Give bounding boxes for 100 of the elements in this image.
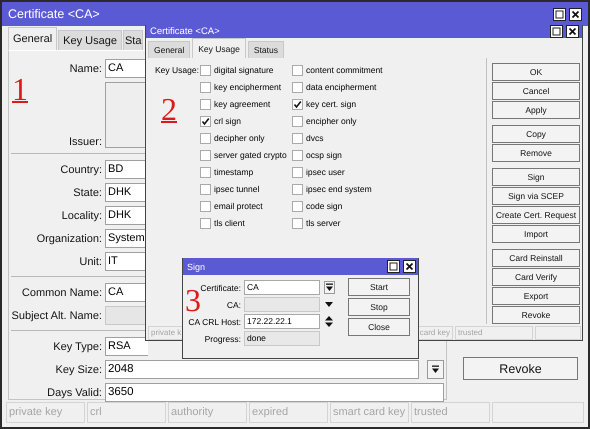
field-label: Organization: bbox=[36, 232, 102, 244]
status-cell bbox=[535, 326, 581, 340]
field-label: Name: bbox=[68, 62, 102, 74]
checkbox[interactable] bbox=[292, 82, 303, 92]
maximize-icon[interactable] bbox=[550, 25, 563, 38]
input-field[interactable]: BD bbox=[105, 160, 148, 179]
maximize-icon[interactable] bbox=[553, 8, 566, 20]
close-icon[interactable] bbox=[403, 260, 416, 273]
checkbox[interactable] bbox=[292, 150, 303, 160]
action-button[interactable]: Revoke bbox=[492, 306, 580, 324]
input-field[interactable]: 3650 bbox=[105, 383, 444, 402]
tab[interactable]: Sta bbox=[122, 30, 144, 50]
tab[interactable]: General bbox=[8, 27, 58, 50]
option-label: tls server bbox=[306, 218, 340, 228]
checkbox[interactable] bbox=[292, 200, 303, 212]
tab[interactable]: Status bbox=[248, 41, 284, 58]
action-button[interactable]: Cancel bbox=[492, 82, 580, 100]
action-button[interactable]: OK bbox=[492, 63, 580, 81]
checkbox[interactable] bbox=[200, 200, 211, 212]
action-button[interactable]: Revoke bbox=[463, 357, 578, 380]
field-label: Unit: bbox=[78, 256, 102, 268]
close-icon[interactable] bbox=[566, 25, 579, 38]
spinner-icon[interactable] bbox=[325, 316, 333, 327]
option-label: ocsp sign bbox=[306, 150, 342, 160]
field-label: Country: bbox=[59, 164, 102, 176]
checkbox[interactable] bbox=[292, 98, 303, 110]
input-field[interactable]: DHK bbox=[105, 206, 148, 225]
option-label: key agreement bbox=[214, 99, 270, 109]
option-label: key encipherment bbox=[214, 82, 282, 92]
action-button[interactable]: Export bbox=[492, 287, 580, 305]
checkbox[interactable] bbox=[292, 116, 303, 126]
option-label: decipher only bbox=[214, 133, 265, 143]
close-icon[interactable] bbox=[569, 8, 582, 20]
annotation-number: 2 bbox=[161, 94, 177, 124]
checkbox[interactable] bbox=[292, 218, 303, 228]
checkbox[interactable] bbox=[200, 218, 211, 228]
status-cell: private key bbox=[6, 402, 85, 423]
checkbox[interactable] bbox=[292, 184, 303, 194]
tab[interactable]: General bbox=[148, 41, 190, 58]
action-button[interactable]: Create Cert. Request bbox=[492, 206, 580, 224]
input-field[interactable]: 2048 bbox=[105, 360, 419, 379]
dropdown-button[interactable] bbox=[427, 360, 444, 379]
tab[interactable]: Key Usage bbox=[192, 38, 246, 58]
caret-icon bbox=[324, 283, 334, 292]
option-label: ipsec user bbox=[306, 167, 345, 177]
tab[interactable]: Key Usage bbox=[58, 30, 122, 50]
status-cell: expired bbox=[249, 402, 328, 423]
action-button[interactable]: Remove bbox=[492, 144, 580, 162]
action-button[interactable]: Import bbox=[492, 225, 580, 243]
action-button[interactable]: Copy bbox=[492, 125, 580, 143]
checkbox[interactable] bbox=[200, 166, 211, 178]
input-field[interactable]: System bbox=[105, 229, 148, 248]
input-field[interactable]: CA bbox=[105, 59, 148, 78]
input-field[interactable]: DHK bbox=[105, 183, 148, 202]
action-button[interactable]: Apply bbox=[492, 101, 580, 119]
option-label: ipsec end system bbox=[306, 184, 372, 194]
checkbox[interactable] bbox=[200, 116, 211, 126]
checkbox[interactable] bbox=[292, 64, 303, 76]
checkbox[interactable] bbox=[200, 150, 211, 160]
option-label: code sign bbox=[306, 201, 342, 211]
option-label: ipsec tunnel bbox=[214, 184, 260, 194]
maximize-icon[interactable] bbox=[387, 260, 400, 273]
checkbox[interactable] bbox=[200, 64, 211, 76]
action-button[interactable]: Start bbox=[348, 278, 410, 296]
dropdown-button[interactable] bbox=[324, 281, 334, 294]
option-label: digital signature bbox=[214, 65, 274, 75]
input-field[interactable]: IT bbox=[105, 252, 148, 271]
field-label: Issuer: bbox=[68, 136, 102, 148]
checkbox[interactable] bbox=[200, 132, 211, 144]
option-label: content commitment bbox=[306, 65, 383, 75]
input-field[interactable]: 172.22.22.1 bbox=[244, 314, 320, 329]
action-button[interactable]: Sign bbox=[492, 168, 580, 186]
field-label: Certificate: bbox=[200, 282, 241, 292]
input-field[interactable]: CA bbox=[105, 283, 148, 302]
input-field[interactable]: CA bbox=[244, 280, 320, 295]
checkbox[interactable] bbox=[200, 82, 211, 92]
checkbox[interactable] bbox=[200, 98, 211, 110]
action-button[interactable]: Card Verify bbox=[492, 268, 580, 286]
option-label: data encipherment bbox=[306, 82, 376, 92]
action-button[interactable]: Sign via SCEP bbox=[492, 187, 580, 205]
caret-icon[interactable] bbox=[325, 302, 333, 307]
action-button[interactable]: Stop bbox=[348, 298, 410, 316]
field-label: Common Name: bbox=[20, 286, 102, 298]
field-label: Key Type: bbox=[52, 340, 102, 352]
option-label: tls client bbox=[214, 218, 245, 228]
action-button[interactable]: Card Reinstall bbox=[492, 249, 580, 267]
option-label: dvcs bbox=[306, 133, 324, 143]
checkbox[interactable] bbox=[292, 166, 303, 178]
input-field[interactable]: RSA bbox=[105, 337, 148, 356]
action-button[interactable]: Close bbox=[348, 318, 410, 336]
text-area[interactable] bbox=[105, 82, 148, 148]
field-label: Key Size: bbox=[54, 364, 102, 376]
field-label: CA CRL Host: bbox=[187, 316, 241, 326]
checkbox[interactable] bbox=[292, 132, 303, 144]
field-label: Locality: bbox=[60, 210, 102, 222]
annotation-number: 3 bbox=[185, 285, 201, 315]
status-cell: trusted bbox=[411, 402, 490, 423]
group-label: Key Usage: bbox=[154, 64, 200, 76]
checkbox[interactable] bbox=[200, 184, 211, 194]
option-label: crl sign bbox=[214, 116, 241, 126]
